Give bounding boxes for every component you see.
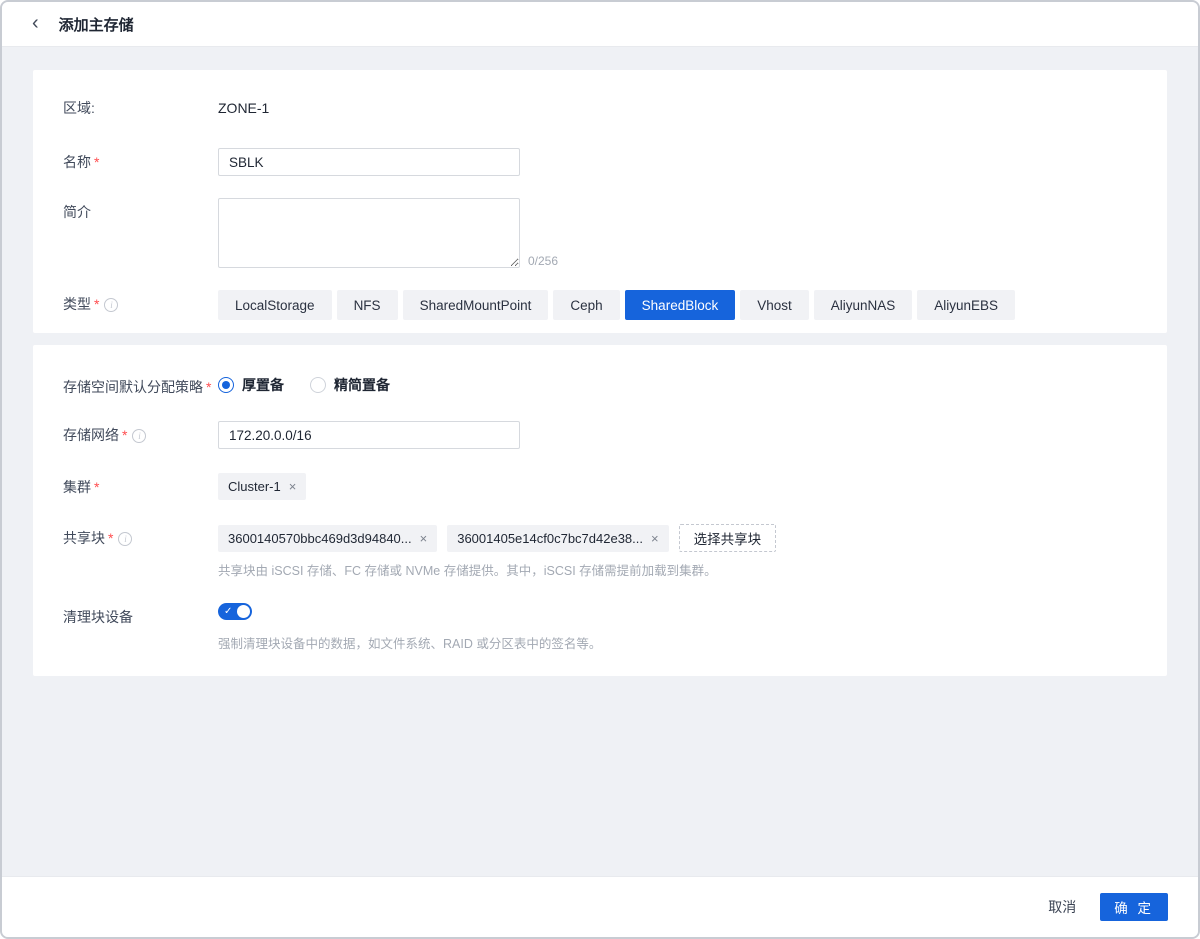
add-primary-storage-window: ‹ 添加主存储 区域: ZONE-1 名称* 简介 <box>0 0 1200 939</box>
required-mark: * <box>94 296 99 312</box>
sharedblock-settings-card: 存储空间默认分配策略* 厚置备精简置备 存储网络*i 集群* Cluster-1… <box>33 345 1167 676</box>
required-mark: * <box>108 530 113 546</box>
radio-label: 精简置备 <box>334 375 390 395</box>
required-mark: * <box>94 479 99 495</box>
storage-network-input[interactable] <box>218 421 520 449</box>
zone-label: 区域: <box>63 98 218 118</box>
type-option-vhost[interactable]: Vhost <box>740 290 809 320</box>
info-icon[interactable]: i <box>118 532 132 546</box>
network-row: 存储网络*i <box>63 421 1137 449</box>
type-option-aliyunebs[interactable]: AliyunEBS <box>917 290 1015 320</box>
shared-block-label: 共享块*i <box>63 524 218 548</box>
allocation-radio-0[interactable]: 厚置备 <box>218 375 284 395</box>
allocation-label: 存储空间默认分配策略* <box>63 373 218 397</box>
remove-tag-icon[interactable]: × <box>420 532 428 545</box>
tag-label: 3600140570bbc469d3d94840... <box>228 531 412 546</box>
allocation-row: 存储空间默认分配策略* 厚置备 精简置备 <box>63 373 1137 397</box>
basic-info-card: 区域: ZONE-1 名称* 简介 0/256 <box>33 70 1167 333</box>
toggle-check-icon: ✓ <box>224 604 232 619</box>
network-label: 存储网络*i <box>63 421 218 445</box>
shared-block-help: 共享块由 iSCSI 存储、FC 存储或 NVMe 存储提供。其中，iSCSI … <box>218 563 1137 579</box>
zone-value: ZONE-1 <box>218 100 269 116</box>
back-icon[interactable]: ‹ <box>32 13 39 33</box>
tag-label: Cluster-1 <box>228 479 281 494</box>
remove-tag-icon[interactable]: × <box>289 480 297 493</box>
type-row: 类型*i LocalStorageNFSSharedMountPointCeph… <box>63 290 1137 320</box>
page-header: ‹ 添加主存储 <box>2 2 1198 47</box>
tag: Cluster-1 × <box>218 473 306 500</box>
cluster-label: 集群* <box>63 473 218 497</box>
page-title: 添加主存储 <box>59 14 134 35</box>
allocation-radio-group: 厚置备 精简置备 <box>218 373 1137 395</box>
radio-icon <box>218 377 234 393</box>
required-mark: * <box>122 427 127 443</box>
type-option-localstorage[interactable]: LocalStorage <box>218 290 332 320</box>
page-content: 区域: ZONE-1 名称* 简介 0/256 <box>2 47 1198 876</box>
name-row: 名称* <box>63 148 1137 176</box>
shared-block-row: 共享块*i 3600140570bbc469d3d94840...×360014… <box>63 524 1137 579</box>
clean-device-toggle[interactable]: ✓ <box>218 603 252 620</box>
type-option-aliyunnas[interactable]: AliyunNAS <box>814 290 913 320</box>
required-mark: * <box>94 154 99 170</box>
cluster-row: 集群* Cluster-1 × <box>63 473 1137 500</box>
remove-tag-icon[interactable]: × <box>651 532 659 545</box>
tag: 3600140570bbc469d3d94840... × <box>218 525 437 552</box>
type-options: LocalStorageNFSSharedMountPointCephShare… <box>218 290 1137 320</box>
zone-row: 区域: ZONE-1 <box>63 98 1137 118</box>
tag: 36001405e14cf0c7bc7d42e38... × <box>447 525 668 552</box>
info-icon[interactable]: i <box>104 298 118 312</box>
description-row: 简介 0/256 <box>63 198 1137 268</box>
tag-label: 36001405e14cf0c7bc7d42e38... <box>457 531 643 546</box>
allocation-radio-1[interactable]: 精简置备 <box>310 375 390 395</box>
type-option-nfs[interactable]: NFS <box>337 290 398 320</box>
type-label: 类型*i <box>63 290 218 314</box>
radio-icon <box>310 377 326 393</box>
name-label: 名称* <box>63 148 218 172</box>
cancel-button[interactable]: 取消 <box>1048 897 1076 917</box>
clean-device-label: 清理块设备 <box>63 603 218 627</box>
type-option-sharedmountpoint[interactable]: SharedMountPoint <box>403 290 549 320</box>
required-mark: * <box>206 379 211 395</box>
clean-device-row: 清理块设备 ✓ 强制清理块设备中的数据，如文件系统、RAID 或分区表中的签名等… <box>63 603 1137 652</box>
char-counter: 0/256 <box>528 254 558 268</box>
type-option-sharedblock[interactable]: SharedBlock <box>625 290 736 320</box>
description-label: 简介 <box>63 198 218 222</box>
name-input[interactable] <box>218 148 520 176</box>
cluster-tags: Cluster-1 × <box>218 473 1137 500</box>
footer-actions: 取消 确 定 <box>2 876 1198 937</box>
toggle-knob <box>237 605 250 618</box>
clean-device-help: 强制清理块设备中的数据，如文件系统、RAID 或分区表中的签名等。 <box>218 636 1137 652</box>
shared-block-tags: 3600140570bbc469d3d94840...×36001405e14c… <box>218 524 1137 552</box>
info-icon[interactable]: i <box>132 429 146 443</box>
radio-label: 厚置备 <box>242 375 284 395</box>
select-shared-block-button[interactable]: 选择共享块 <box>679 524 777 552</box>
description-textarea[interactable] <box>218 198 520 268</box>
confirm-button[interactable]: 确 定 <box>1100 893 1168 921</box>
type-option-ceph[interactable]: Ceph <box>553 290 619 320</box>
